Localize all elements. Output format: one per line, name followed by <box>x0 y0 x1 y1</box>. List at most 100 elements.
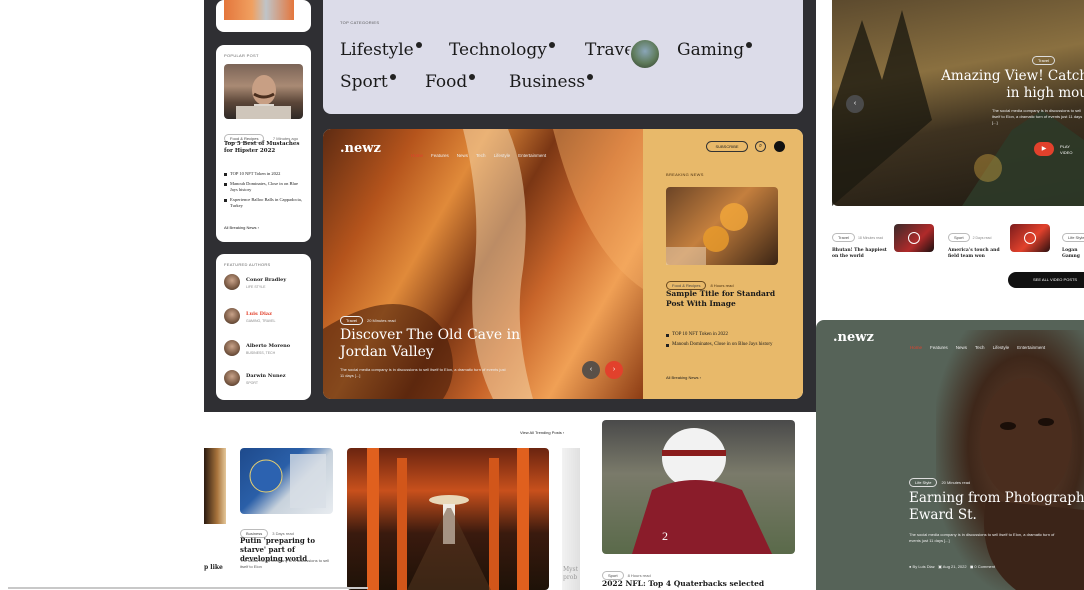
popular-post-card: POPULAR POST Food & Recipes 7 Minutes ag… <box>216 45 311 242</box>
nav-features[interactable]: Features <box>930 345 948 350</box>
business-image[interactable] <box>240 448 333 514</box>
category-technology[interactable]: Technology <box>449 40 555 60</box>
video-title-line2: in high mou <box>1006 85 1084 101</box>
photo-title-line2: Eward St. <box>909 507 977 523</box>
category-sport[interactable]: Sport <box>340 72 396 92</box>
video-list-item[interactable]: Travel 18 Minutes read Bhutan! The happie… <box>832 226 892 260</box>
author-role: GAMING, TRAVEL <box>246 319 276 323</box>
nav-tech[interactable]: Tech <box>975 345 985 350</box>
nav-tech[interactable]: Tech <box>476 153 486 158</box>
nav-lifestyle[interactable]: Lifestyle <box>494 153 511 158</box>
mountain-image <box>832 0 1084 206</box>
trending-link[interactable]: View All Trending Posts › <box>520 430 564 435</box>
breaking-bullets: TOP 10 NFT Token in 2022 Manouh Dominate… <box>666 332 781 352</box>
popular-title[interactable]: Top 5 Best of Mustaches for Hipster 2022 <box>224 141 304 155</box>
user-menu-icon[interactable] <box>774 141 785 152</box>
popular-bullets: TOP 10 NFT Token in 2022 Manouh Dominate… <box>224 171 304 213</box>
nav-entertainment[interactable]: Entertainment <box>518 153 546 158</box>
mountain-svg <box>832 10 1084 206</box>
drinks-svg <box>666 203 748 265</box>
chevron-left-icon: ‹ <box>589 366 593 373</box>
photo-author[interactable]: By Luis Diaz <box>913 564 935 569</box>
nav-news[interactable]: News <box>956 345 967 350</box>
authors-heading: FEATURED AUTHORS <box>224 262 271 267</box>
nfl-title[interactable]: 2022 NFL: Top 4 Quaterbacks selected <box>602 579 802 588</box>
author-name: Darwin Nunez <box>246 373 286 379</box>
subscribe-button[interactable]: SUBSCRIBE <box>706 141 748 152</box>
top-categories-card: TOP CATEGORIES Lifestyle Technology Trav… <box>323 0 803 114</box>
photo-chip[interactable]: Life Style <box>909 478 938 487</box>
nav-home[interactable]: Home <box>411 153 423 158</box>
mustache-image[interactable] <box>224 64 303 119</box>
category-lifestyle[interactable]: Lifestyle <box>340 40 422 60</box>
video-item-chip: Sport <box>948 233 970 242</box>
popular-link[interactable]: All Breaking News › <box>224 225 259 230</box>
popular-heading: POPULAR POST <box>224 53 259 58</box>
nfl-card: 2 Sport 8 Hours read 2022 NFL: Top 4 Quat… <box>594 412 803 590</box>
breaking-title[interactable]: Sample Title for Standard Post With Imag… <box>666 289 786 309</box>
see-all-videos-button[interactable]: SEE ALL VIDEO POSTS <box>1008 272 1084 288</box>
popular-link-label: All Breaking News <box>224 225 257 230</box>
play-video-button[interactable]: ▶ <box>1034 142 1054 156</box>
breaking-heading: BREAKING NEWS <box>666 172 704 177</box>
left-partial-title[interactable]: p like <box>204 564 223 571</box>
breaking-bullet[interactable]: Manouh Dominates, Close in on Blue Jays … <box>666 342 781 348</box>
video-desc: The social media company is in discussio… <box>992 108 1083 125</box>
nav-lifestyle[interactable]: Lifestyle <box>993 345 1010 350</box>
popular-bullet[interactable]: TOP 10 NFT Token in 2022 <box>224 171 304 177</box>
category-gaming[interactable]: Gaming <box>677 40 753 60</box>
trending-link-label: View All Trending Posts <box>520 430 562 435</box>
video-title[interactable]: Amazing View! Catch in high mou <box>938 68 1084 102</box>
hero-logo[interactable]: .newz <box>340 141 381 156</box>
breaking-image[interactable] <box>666 187 778 265</box>
hero-desc: The social media company is in discussio… <box>340 367 506 378</box>
face-svg <box>980 378 1084 590</box>
author-avatar <box>224 308 240 324</box>
hero-chip[interactable]: Travel <box>340 316 363 325</box>
breaking-link[interactable]: All Breaking News › <box>666 375 701 380</box>
chevron-right-icon: › <box>612 366 616 373</box>
video-item-chip: Life Style <box>1062 233 1084 242</box>
photo-title[interactable]: Earning from Photograph Eward St. <box>909 490 1084 524</box>
category-food[interactable]: Food <box>425 72 476 92</box>
nav-features[interactable]: Features <box>431 153 449 158</box>
popular-bullet[interactable]: Manouh Dominates, Close in on Blue Jays … <box>224 181 304 193</box>
video-prev-button[interactable]: ‹ <box>846 95 864 113</box>
video-chip[interactable]: Travel <box>1032 56 1055 65</box>
right-partial-title[interactable]: Myst prob <box>563 566 580 582</box>
next-slide-button[interactable]: › <box>605 361 623 379</box>
hero-title[interactable]: Discover The Old Cave in Jordan Valley <box>340 327 540 361</box>
left-partial-image <box>204 448 226 524</box>
gates-image[interactable] <box>347 448 549 590</box>
video-item-time: 2 Days read <box>972 236 992 240</box>
video-card: Travel Amazing View! Catch in high mou Th… <box>816 0 1084 307</box>
trending-desc: The social media company is in discussio… <box>240 558 330 569</box>
nav-news[interactable]: News <box>457 153 468 158</box>
author-role: SPORT <box>246 381 258 385</box>
breaking-bullet[interactable]: TOP 10 NFT Token in 2022 <box>666 332 781 338</box>
prev-slide-button[interactable]: ‹ <box>582 361 600 379</box>
video-thumb[interactable] <box>894 224 934 252</box>
category-business[interactable]: Business <box>509 72 594 92</box>
category-label: Gaming <box>677 40 745 60</box>
search-icon[interactable]: ⌕ <box>755 141 766 152</box>
video-title-line1: Amazing View! Catch <box>941 68 1084 84</box>
nav-entertainment[interactable]: Entertainment <box>1017 345 1045 350</box>
nav-home[interactable]: Home <box>910 345 922 350</box>
video-list-item[interactable]: Life Style Logan Gamng <box>1062 226 1084 260</box>
dot-icon <box>469 74 476 81</box>
photo-comments[interactable]: 0 Comment <box>974 564 995 569</box>
video-list-item[interactable]: Sport 2 Days read America's touch and fie… <box>948 226 1008 260</box>
hero-meta: Travel 20 Minutes read <box>340 309 396 327</box>
chevron-right-icon: › <box>257 225 259 230</box>
category-label: Business <box>509 72 586 92</box>
breaking-link-label: All Breaking News <box>666 375 699 380</box>
photo-logo[interactable]: .newz <box>833 330 874 345</box>
video-thumb[interactable] <box>1010 224 1050 252</box>
football-image[interactable]: 2 <box>602 420 795 554</box>
chevron-right-icon: › <box>562 430 565 435</box>
partial-card-image <box>224 0 294 20</box>
scrollbar-track[interactable] <box>8 587 368 589</box>
hero-time: 20 Minutes read <box>366 318 396 323</box>
popular-bullet[interactable]: Experience Balloo Balls in Cappadocia, T… <box>224 197 304 209</box>
